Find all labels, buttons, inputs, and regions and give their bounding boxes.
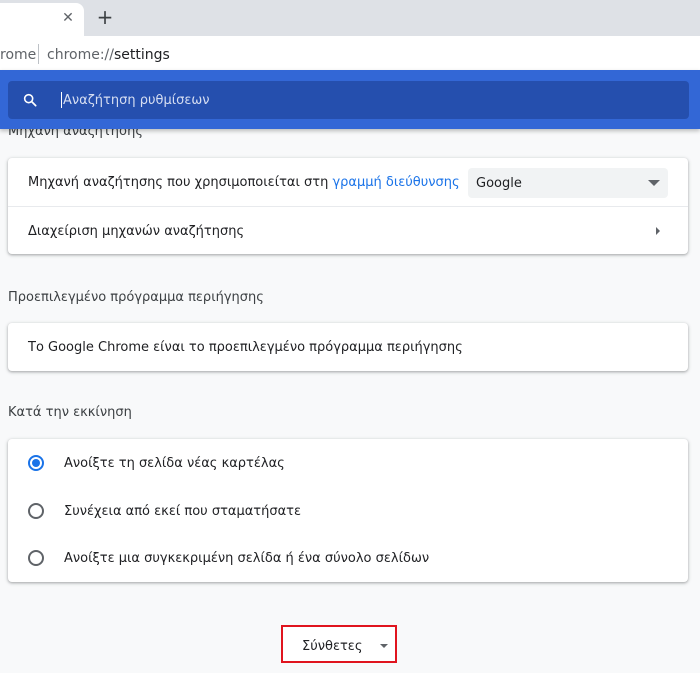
- search-engine-select[interactable]: Google: [468, 168, 668, 198]
- manage-search-engines-label: Διαχείριση μηχανών αναζήτησης: [28, 224, 245, 239]
- advanced-button[interactable]: Σύνθετες: [281, 625, 397, 663]
- radio-button[interactable]: [28, 550, 44, 566]
- chevron-right-icon: [656, 227, 660, 235]
- search-engine-row-label: Μηχανή αναζήτησης που χρησιμοποιείται στ…: [28, 175, 460, 190]
- default-browser-card: Το Google Chrome είναι το προεπιλεγμένο …: [8, 323, 688, 371]
- radio-button-checked[interactable]: [28, 455, 44, 471]
- on-startup-card: Ανοίξτε τη σελίδα νέας καρτέλας Συνέχεια…: [8, 439, 688, 582]
- search-placeholder: Αναζήτηση ρυθμίσεων: [63, 93, 210, 108]
- manage-search-engines-row[interactable]: Διαχείριση μηχανών αναζήτησης: [8, 207, 688, 254]
- omnibox-chip-label[interactable]: rome: [0, 47, 36, 63]
- url-host: settings: [114, 47, 170, 63]
- omnibox-divider: [38, 44, 39, 64]
- startup-option-new-tab[interactable]: Ανοίξτε τη σελίδα νέας καρτέλας: [8, 439, 688, 487]
- address-bar-link[interactable]: γραμμή διεύθυνσης: [332, 175, 459, 190]
- startup-option-label: Ανοίξτε τη σελίδα νέας καρτέλας: [64, 456, 285, 471]
- startup-option-specific-pages[interactable]: Ανοίξτε μια συγκεκριμένη σελίδα ή ένα σύ…: [8, 535, 688, 582]
- dropdown-arrow-icon: [648, 180, 660, 186]
- browser-toolbar: rome chrome://settings: [0, 36, 700, 70]
- search-icon: [23, 93, 37, 107]
- startup-option-continue[interactable]: Συνέχεια από εκεί που σταματήσατε: [8, 487, 688, 535]
- browser-tab[interactable]: ✕: [0, 3, 84, 36]
- close-icon[interactable]: ✕: [60, 10, 76, 26]
- address-bar[interactable]: chrome://settings: [47, 47, 170, 63]
- url-scheme: chrome://: [47, 47, 114, 63]
- radio-button[interactable]: [28, 503, 44, 519]
- plus-icon[interactable]: +: [95, 7, 115, 27]
- settings-header: Αναζήτηση ρυθμίσεων: [0, 70, 700, 129]
- section-title-on-startup: Κατά την εκκίνηση: [8, 405, 132, 420]
- advanced-button-label: Σύνθετες: [302, 639, 363, 654]
- tab-strip: ✕ +: [0, 0, 700, 36]
- default-browser-status: Το Google Chrome είναι το προεπιλεγμένο …: [28, 340, 463, 355]
- search-engine-row-text: Μηχανή αναζήτησης που χρησιμοποιείται στ…: [28, 175, 333, 190]
- section-title-default-browser: Προεπιλεγμένο πρόγραμμα περιήγησης: [8, 290, 264, 305]
- search-settings-input[interactable]: Αναζήτηση ρυθμίσεων: [8, 81, 689, 119]
- startup-option-label: Συνέχεια από εκεί που σταματήσατε: [64, 504, 302, 519]
- startup-option-label: Ανοίξτε μια συγκεκριμένη σελίδα ή ένα σύ…: [64, 551, 430, 566]
- text-caret: [61, 92, 62, 108]
- search-engine-select-value: Google: [476, 176, 522, 191]
- search-engine-card: Μηχανή αναζήτησης που χρησιμοποιείται στ…: [8, 158, 688, 254]
- chevron-down-icon: [380, 644, 388, 648]
